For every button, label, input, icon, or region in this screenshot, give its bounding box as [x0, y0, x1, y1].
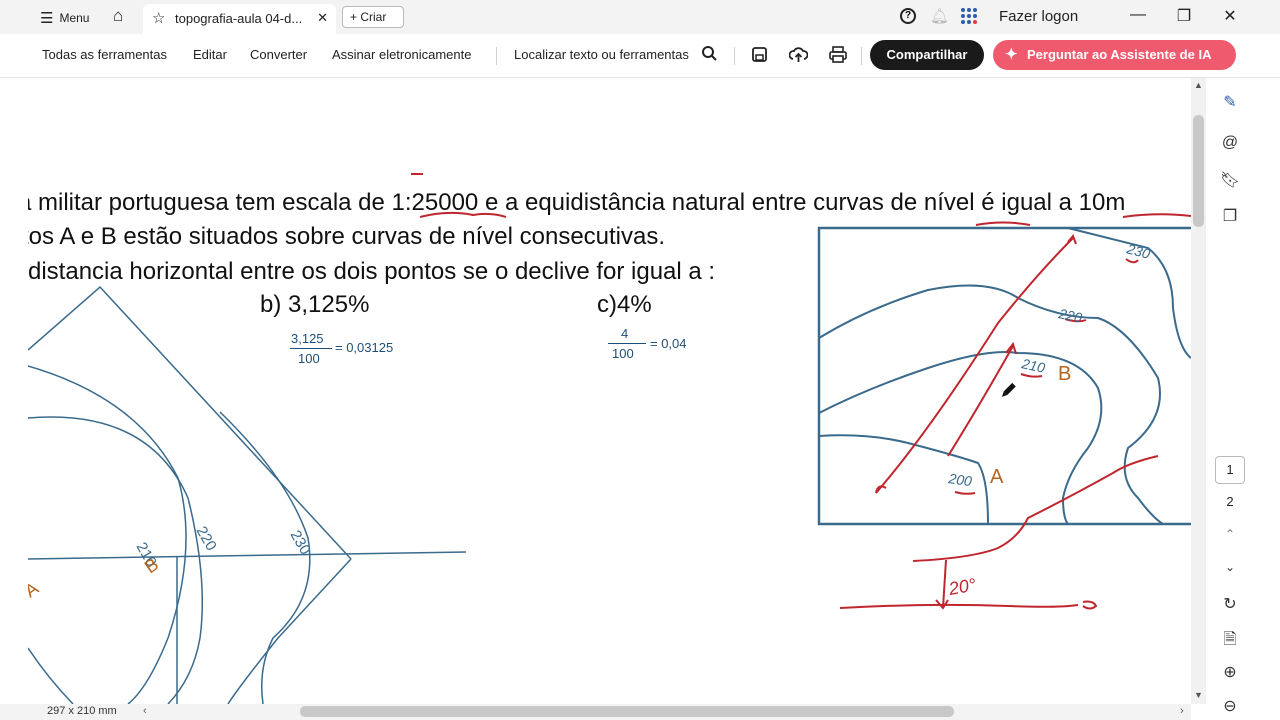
save-icon[interactable] [751, 46, 768, 68]
document-tab[interactable]: ☆ topografia-aula 04-d... ✕ [143, 4, 336, 34]
create-button[interactable]: + Criar [342, 6, 404, 28]
create-label: Criar [360, 10, 387, 24]
current-page-indicator[interactable]: 1 [1215, 456, 1245, 484]
home-icon[interactable]: ⌂ [113, 6, 123, 26]
page-settings-icon[interactable]: 🗎︎ [1220, 628, 1240, 648]
apps-grid-icon[interactable] [961, 8, 977, 24]
label-left-220: 220 [193, 524, 220, 554]
menu-button[interactable]: ☰ Menu [40, 9, 89, 27]
tab-title: topografia-aula 04-d... [175, 11, 303, 26]
label-right-B: B [1058, 363, 1071, 385]
scroll-down-icon[interactable]: ▼ [1194, 690, 1203, 700]
label-right-A: A [990, 466, 1004, 488]
bell-icon[interactable]: 🔔︎ [930, 7, 949, 25]
sign-in-button[interactable]: Fazer logon [999, 8, 1078, 25]
close-tab-icon[interactable]: ✕ [317, 10, 328, 26]
scroll-up-icon[interactable]: ▲ [1194, 80, 1203, 90]
ai-assistant-label: Perguntar ao Assistente de IA [1027, 47, 1212, 62]
right-contour-labels: 230 220 210 200 B A 20° [946, 240, 1152, 599]
close-window-icon[interactable]: ✕ [1218, 6, 1242, 26]
share-button[interactable]: Compartilhar [870, 40, 984, 70]
email-mention-icon[interactable]: @ [1220, 134, 1240, 154]
zoom-out-icon[interactable]: ⊖ [1220, 696, 1240, 716]
label-right-220: 220 [1056, 305, 1083, 326]
convert-menu[interactable]: Converter [250, 47, 307, 62]
chevron-down-icon[interactable]: ⌄ [1220, 560, 1240, 580]
text-underline-annotations [411, 173, 1191, 226]
chevron-up-icon[interactable]: ⌃ [1220, 527, 1240, 547]
label-left-A: A [28, 578, 42, 601]
minimize-icon[interactable]: — [1126, 6, 1150, 24]
cloud-upload-icon[interactable] [788, 46, 809, 68]
left-contour-labels: 210 220 230 B A [28, 524, 314, 602]
label-right-200: 200 [947, 470, 974, 489]
copy-pages-icon[interactable]: ❐ [1220, 206, 1240, 226]
main-toolbar: Todas as ferramentas Editar Converter As… [0, 34, 1280, 78]
help-icon[interactable]: ? [900, 8, 916, 24]
print-icon[interactable] [829, 46, 847, 68]
edit-menu[interactable]: Editar [193, 47, 227, 62]
maximize-icon[interactable]: ❐ [1172, 6, 1196, 26]
horizontal-scroll-thumb[interactable] [300, 706, 954, 717]
label-angle: 20° [946, 575, 977, 600]
toolbar-divider [861, 47, 862, 65]
sign-menu[interactable]: Assinar eletronicamente [332, 47, 471, 62]
page-size-label: 297 x 210 mm [47, 705, 117, 717]
right-contour-map [817, 226, 1191, 526]
find-tools[interactable]: Localizar texto ou ferramentas [514, 47, 689, 62]
title-bar: ☰ Menu ⌂ ☆ topografia-aula 04-d... ✕ + C… [0, 0, 1280, 34]
bookmark-icon[interactable]: 🔖︎ [1220, 170, 1240, 190]
toolbar-divider [496, 47, 497, 65]
label-right-210: 210 [1019, 355, 1046, 376]
rotate-icon[interactable]: ↻ [1220, 594, 1240, 614]
ai-assistant-button[interactable]: ✦ Perguntar ao Assistente de IA [993, 40, 1236, 70]
pen-cursor-icon [1001, 382, 1016, 397]
ai-sparkle-icon: ✦ [1005, 46, 1018, 63]
hamburger-icon: ☰ [40, 10, 54, 27]
comment-edit-icon[interactable]: ✎ [1220, 92, 1240, 112]
zoom-in-icon[interactable]: ⊕ [1220, 662, 1240, 682]
scroll-right-icon[interactable]: › [1180, 705, 1184, 717]
all-tools-menu[interactable]: Todas as ferramentas [42, 47, 167, 62]
vertical-scroll-thumb[interactable] [1193, 115, 1204, 227]
next-page-number[interactable]: 2 [1208, 494, 1252, 509]
scroll-left-icon[interactable]: ‹ [143, 705, 147, 717]
right-sidebar: ✎ @ 🔖︎ ❐ 1 2 ⌃ ⌄ ↻ 🗎︎ ⊕ ⊖ [1208, 78, 1252, 720]
vertical-scrollbar[interactable]: ▲ ▼ [1191, 78, 1206, 704]
left-contour-map [28, 285, 467, 704]
toolbar-divider [734, 47, 735, 65]
search-icon[interactable] [701, 45, 718, 67]
right-red-annotations [839, 234, 1159, 610]
plus-icon: + [350, 10, 361, 24]
pdf-page: a militar portuguesa tem escala de 1:250… [28, 78, 1191, 704]
menu-label: Menu [59, 11, 90, 25]
star-icon[interactable]: ☆ [152, 9, 165, 27]
label-right-230: 230 [1124, 240, 1152, 262]
contour-drawings: 210 220 230 B A 230 220 210 200 B A 20° [28, 173, 1191, 704]
